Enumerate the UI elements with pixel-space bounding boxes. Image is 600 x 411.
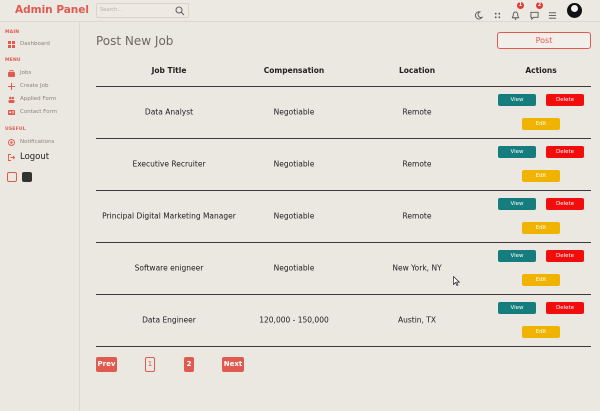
light-theme-swatch[interactable] [7,172,17,182]
prev-button[interactable]: Prev [96,357,117,372]
plus-icon [8,82,15,90]
messages-badge: 2 [536,2,543,9]
delete-button[interactable]: Delete [546,302,584,314]
sidebar-item-label: Logout [20,152,50,162]
column-header-job-title: Job Title [151,66,187,75]
sidebar-item-label: Jobs [20,70,32,76]
delete-button[interactable]: Delete [546,250,584,262]
job-title-cell: Executive Recruiter [132,159,206,169]
row-divider [96,138,591,139]
table-divider [96,86,591,87]
logout-icon [8,153,15,161]
view-button[interactable]: View [498,146,536,158]
compensation-cell: Negotiable [273,211,315,221]
column-header-actions: Actions [525,66,557,75]
page-title: Post New Job [96,34,174,48]
edit-button[interactable]: Edit [522,326,560,338]
contact-card-icon [8,109,15,116]
sidebar-item-contact-form[interactable]: Contact Form [8,107,57,117]
edit-button[interactable]: Edit [522,274,560,286]
column-header-location: Location [398,66,436,75]
sidebar-item-label: Applied Form [20,96,57,102]
compensation-cell: 120,000 - 150,000 [259,315,329,325]
location-cell: Remote [402,107,432,117]
briefcase-icon [8,69,15,77]
location-cell: New York, NY [392,263,442,273]
search-icon[interactable] [175,6,185,16]
sidebar-item-label: Create Job [20,83,49,89]
delete-button[interactable]: Delete [546,146,584,158]
location-cell: Austin, TX [397,315,437,325]
row-divider [96,346,591,347]
delete-button[interactable]: Delete [546,94,584,106]
location-cell: Remote [402,159,432,169]
compensation-cell: Negotiable [273,263,315,273]
users-icon [8,96,15,103]
fullscreen-icon[interactable] [493,5,502,24]
row-divider [96,190,591,191]
edit-button[interactable]: Edit [522,222,560,234]
job-title-cell: Data Analyst [144,107,194,117]
dark-theme-swatch[interactable] [22,172,32,182]
view-button[interactable]: View [498,302,536,314]
sidebar-item-notifications[interactable]: Notifications [8,137,54,147]
page-1-button[interactable]: 1 [145,357,155,372]
row-divider [96,242,591,243]
view-button[interactable]: View [498,94,536,106]
compensation-cell: Negotiable [273,107,315,117]
notification-badge: 1 [517,2,524,9]
app-logo[interactable]: Admin Panel [15,4,89,16]
job-title-cell: Principal Digital Marketing Manager [102,211,236,221]
top-bar: Admin Panel Search... 1 2 [0,0,600,22]
edit-button[interactable]: Edit [522,118,560,130]
sidebar: MAIN Dashboard MENU Jobs Create Job Appl… [0,22,80,411]
avatar[interactable] [567,3,582,18]
sidebar-item-applied-form[interactable]: Applied Form [8,94,56,104]
search-input[interactable]: Search... [100,7,122,13]
view-button[interactable]: View [498,250,536,262]
column-header-compensation: Compensation [263,66,325,75]
sidebar-item-dashboard[interactable]: Dashboard [8,39,50,49]
sidebar-item-label: Contact Form [20,109,58,115]
sidebar-item-label: Dashboard [20,41,50,47]
sidebar-section-menu: MENU [5,58,21,63]
next-button[interactable]: Next [222,357,244,372]
location-cell: Remote [402,211,432,221]
sidebar-section-main: MAIN [5,30,20,35]
compensation-cell: Negotiable [273,159,315,169]
edit-button[interactable]: Edit [522,170,560,182]
row-divider [96,294,591,295]
search-box[interactable]: Search... [96,3,189,18]
sidebar-item-logout[interactable]: Logout [8,152,49,162]
job-title-cell: Software enigneer [134,263,204,273]
dark-mode-icon[interactable] [474,5,484,24]
delete-button[interactable]: Delete [546,198,584,210]
dashboard-icon [8,40,15,48]
sidebar-item-jobs[interactable]: Jobs [8,68,31,78]
job-title-cell: Data Engineer [142,315,196,325]
notification-icon [8,138,15,146]
notification-icon[interactable]: 1 [511,2,524,24]
mouse-cursor-icon [453,276,460,286]
sidebar-item-create-job[interactable]: Create Job [8,81,49,91]
messages-icon[interactable]: 2 [530,2,543,24]
sidebar-item-label: Notifications [20,139,55,145]
list-icon[interactable] [548,5,557,24]
post-button[interactable]: Post [497,32,591,49]
page-2-button[interactable]: 2 [184,357,194,372]
sidebar-section-useful: USEFUL [5,127,26,132]
view-button[interactable]: View [498,198,536,210]
